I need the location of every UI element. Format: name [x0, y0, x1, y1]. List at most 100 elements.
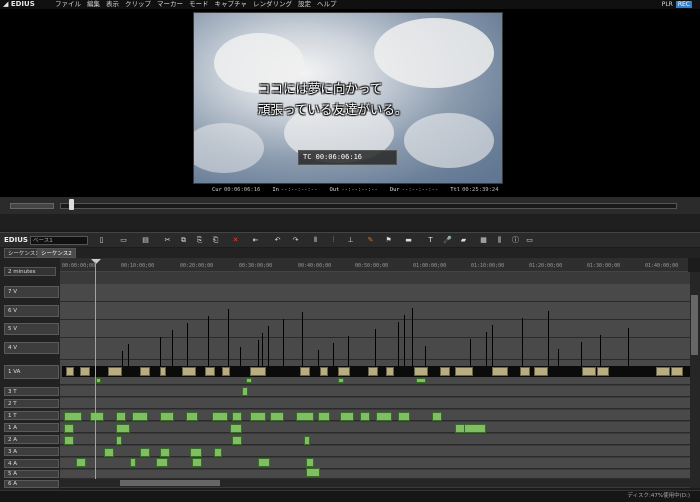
ruler-tick: 01:00:00;00: [413, 263, 447, 269]
track-row-4v[interactable]: [60, 338, 690, 360]
menu-file[interactable]: ファイル: [55, 0, 81, 9]
track-row-6v[interactable]: [60, 302, 690, 320]
dur-timecode: Dur --:--:--:--: [389, 187, 439, 193]
track-row-7v[interactable]: [60, 284, 690, 302]
delete-icon[interactable]: ✕: [230, 235, 241, 245]
logo-mark-icon: ◢: [3, 0, 11, 8]
status-bar: [0, 490, 700, 502]
menu-clip[interactable]: クリップ: [125, 0, 151, 9]
zoom-selector[interactable]: 2 minutes: [4, 267, 56, 276]
menu-mode[interactable]: モード: [189, 0, 209, 9]
ruler-tick: 01:10:00;00: [471, 263, 505, 269]
track-header-2a[interactable]: 2 A: [4, 435, 59, 444]
out-timecode: Out --:--:--:--: [329, 187, 378, 193]
grid-icon[interactable]: ▦: [478, 235, 489, 245]
ruler-tick: 00:20:00;00: [180, 263, 214, 269]
info-icon[interactable]: ⓘ: [510, 235, 521, 245]
track-row-3a[interactable]: [60, 446, 690, 457]
cloud-shape: [404, 113, 494, 168]
menu-help[interactable]: ヘルプ: [317, 0, 337, 9]
app-logo: ◢ EDIUS: [3, 0, 35, 9]
open-project-icon[interactable]: ▭: [118, 235, 129, 245]
track-header-5a[interactable]: 5 A: [4, 470, 59, 478]
menu-marker[interactable]: マーカー: [157, 0, 183, 9]
layout-icon[interactable]: ▭: [524, 235, 535, 245]
vertical-scroll-thumb[interactable]: [691, 295, 698, 355]
menu-capture[interactable]: キャプチャ: [215, 0, 247, 9]
voiceover-icon[interactable]: 🎤: [442, 235, 453, 245]
sequence-tab-bar: [0, 248, 700, 258]
audio-mixer-icon[interactable]: ⫼: [494, 235, 505, 245]
track-row-3t[interactable]: [60, 386, 690, 397]
redo-icon[interactable]: ↷: [290, 235, 301, 245]
save-icon[interactable]: ▤: [140, 235, 151, 245]
title-icon[interactable]: T: [425, 235, 436, 245]
subtitle-line-1: ココには夢に向かって: [258, 81, 383, 96]
track-row-4a[interactable]: [60, 458, 690, 469]
disk-usage: ディスク:47%使用中(D:): [627, 493, 690, 499]
jog-slider[interactable]: [10, 203, 54, 209]
cloud-shape: [194, 123, 264, 173]
menu-settings[interactable]: 設定: [298, 0, 311, 9]
ruler-tick: 00:10:00;00: [121, 263, 155, 269]
subtitle-line-2: 頑張っている友達がいる。: [258, 102, 408, 117]
ripple-delete-icon[interactable]: ⇤: [250, 235, 261, 245]
copy-icon[interactable]: ⧉: [178, 235, 189, 245]
marker-icon[interactable]: ⚑: [383, 235, 394, 245]
sync-lock-icon[interactable]: ⫴: [310, 235, 321, 245]
ruler-tick: 00:30:00;00: [239, 263, 273, 269]
position-slider[interactable]: [60, 203, 677, 209]
track-header-1a[interactable]: 1 A: [4, 423, 59, 432]
track-header-7v[interactable]: 7 V: [4, 286, 59, 298]
tab-sequence-2[interactable]: シーケンス2: [37, 248, 76, 258]
snap-icon[interactable]: ⊥: [345, 235, 356, 245]
track-header-2t[interactable]: 2 T: [4, 399, 59, 408]
track-header-3a[interactable]: 3 A: [4, 447, 59, 456]
track-header-1va[interactable]: 1 VA: [4, 365, 59, 379]
menu-view[interactable]: 表示: [106, 0, 119, 9]
menu-render[interactable]: レンダリング: [253, 0, 292, 9]
render-icon[interactable]: ▰: [458, 235, 469, 245]
ttl-timecode: Ttl 00:25:39:24: [450, 187, 499, 193]
track-header-3t[interactable]: 3 T: [4, 387, 59, 396]
menu-bar: ◢ EDIUS ファイル 編集 表示 クリップ マーカー モード キャプチャ レ…: [0, 0, 700, 9]
horizontal-scroll-thumb[interactable]: [120, 480, 220, 486]
track-row-2t[interactable]: [60, 398, 690, 409]
track-row-2a[interactable]: [60, 434, 690, 445]
track-row-1a[interactable]: [60, 422, 690, 433]
cut-icon[interactable]: ✂: [162, 235, 173, 245]
menu-edit[interactable]: 編集: [87, 0, 100, 9]
position-slider-handle[interactable]: [69, 199, 74, 210]
track-row-1va[interactable]: [60, 360, 690, 385]
track-header-4a[interactable]: 4 A: [4, 459, 59, 468]
plr-button[interactable]: PLR: [660, 1, 675, 8]
track-row-1t[interactable]: [60, 410, 690, 421]
ripple-icon[interactable]: ⫶: [328, 235, 339, 245]
timecode-overlay: TC 00:06:06:16: [298, 150, 397, 165]
playhead-handle[interactable]: [91, 259, 101, 264]
new-project-icon[interactable]: ▯: [96, 235, 107, 245]
track-header-4v[interactable]: 4 V: [4, 342, 59, 354]
paste-insert-icon[interactable]: ⎗: [210, 235, 221, 245]
track-row-5v[interactable]: [60, 320, 690, 338]
ruler-tick: 00:40:00;00: [298, 263, 332, 269]
track-row-5a[interactable]: [60, 470, 690, 479]
track-header-1t[interactable]: 1 T: [4, 411, 59, 420]
rec-button[interactable]: REC: [675, 1, 692, 8]
track-header-5v[interactable]: 5 V: [4, 323, 59, 335]
menu-items: ファイル 編集 表示 クリップ マーカー モード キャプチャ レンダリング 設定…: [55, 0, 336, 9]
app-name: EDIUS: [10, 0, 35, 8]
timecode-readout: Cur 00:06:06:16 In --:--:--:-- Out --:--:--…: [212, 187, 499, 193]
playhead-line: [95, 262, 96, 487]
mixer-icon[interactable]: ▬: [403, 235, 414, 245]
track-header-6a[interactable]: 6 A: [4, 480, 59, 488]
paste-icon[interactable]: ⎘: [194, 235, 205, 245]
ruler-tick: 00:50:00;00: [355, 263, 389, 269]
undo-icon[interactable]: ↶: [272, 235, 283, 245]
cur-timecode: Cur 00:06:06:16: [212, 187, 261, 193]
razor-icon[interactable]: ✎: [365, 235, 376, 245]
base-selector[interactable]: ベース1: [30, 236, 88, 245]
timeline-title: EDIUS: [4, 236, 28, 244]
track-header-6v[interactable]: 6 V: [4, 305, 59, 317]
ruler-tick: 01:40:00;00: [645, 263, 679, 269]
